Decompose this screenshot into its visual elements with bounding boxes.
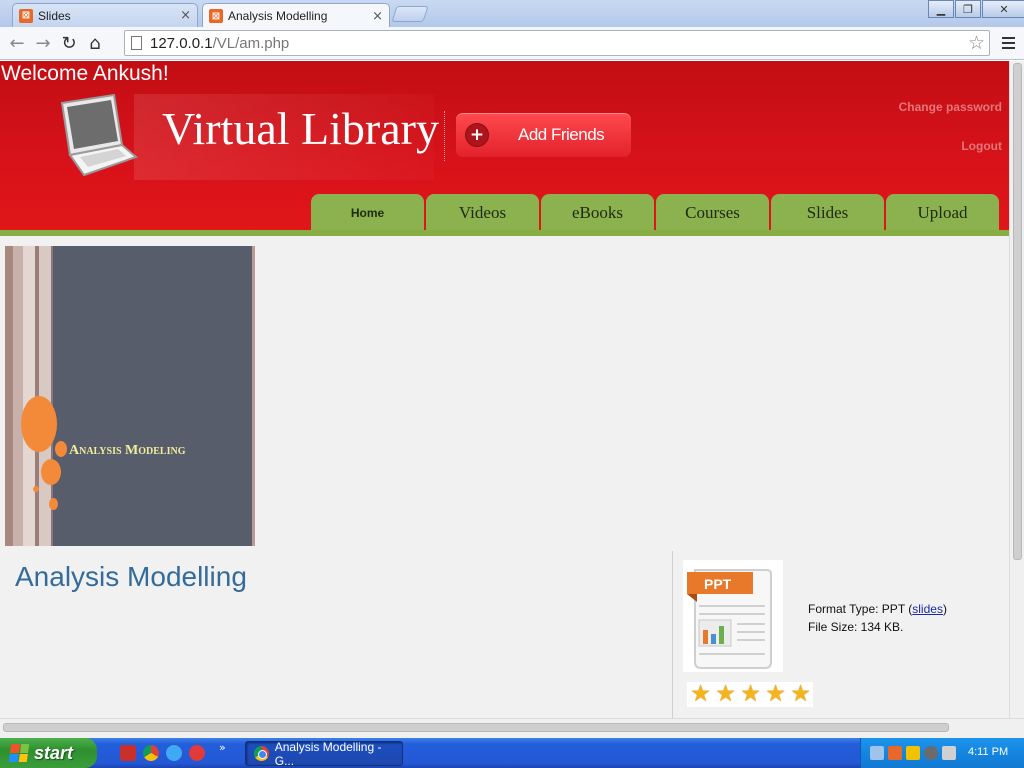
xampp-favicon-icon: ⊠	[209, 9, 223, 23]
new-tab-button[interactable]	[391, 6, 429, 22]
page-icon	[131, 36, 142, 50]
nav-videos[interactable]: Videos	[426, 194, 539, 231]
change-password-link[interactable]: Change password	[899, 100, 1002, 114]
add-friends-button[interactable]: + Add Friends	[456, 113, 631, 157]
home-icon[interactable]: ⌂	[82, 30, 108, 56]
info-divider	[672, 551, 673, 718]
vertical-scrollbar[interactable]	[1009, 61, 1024, 718]
quicklaunch-more-icon[interactable]: »	[219, 741, 226, 754]
nav-home[interactable]: Home	[311, 194, 424, 231]
header-green-bar	[0, 230, 1009, 236]
format-info: Format Type: PPT (slides) File Size: 134…	[808, 600, 947, 636]
browser-menu-icon[interactable]	[997, 32, 1019, 54]
minimize-icon[interactable]: ▁	[928, 0, 954, 18]
star-icon[interactable]: ★	[738, 683, 763, 706]
plus-icon: +	[465, 123, 489, 147]
slide-cover-image: Analysis Modeling	[5, 246, 255, 546]
logout-link[interactable]: Logout	[961, 139, 1002, 153]
star-rating[interactable]: ★ ★ ★ ★ ★	[687, 682, 813, 707]
taskbar-item-chrome[interactable]: Analysis Modelling - G...	[245, 739, 403, 768]
nav-ebooks[interactable]: eBooks	[541, 194, 654, 231]
start-button[interactable]: start	[0, 738, 97, 768]
windows-taskbar: start » Analysis Modelling - G... 4:11 P…	[0, 738, 1024, 768]
reload-icon[interactable]: ↻	[56, 30, 82, 56]
format-close-paren: )	[942, 602, 947, 616]
nav-slides[interactable]: Slides	[771, 194, 884, 231]
site-title: Virtual Library	[162, 103, 439, 154]
welcome-text: Welcome Ankush!	[1, 62, 169, 85]
volume-icon[interactable]	[942, 746, 956, 760]
tab-title: Analysis Modelling	[228, 9, 328, 23]
site-header: Welcome Ankush! Virtual Library + Add Fr…	[0, 61, 1009, 231]
forward-arrow-icon[interactable]: →	[30, 30, 56, 56]
tab-title: Slides	[38, 8, 71, 23]
tab-close-icon[interactable]: ×	[180, 8, 191, 23]
horizontal-scrollbar[interactable]	[0, 718, 1024, 738]
item-title: Analysis Modelling	[15, 561, 247, 592]
star-icon[interactable]: ★	[763, 683, 788, 706]
window-controls: ▁ ❐ ✕	[927, 0, 1024, 18]
xampp-tray-icon[interactable]	[888, 746, 902, 760]
horizontal-scroll-thumb[interactable]	[3, 723, 949, 732]
chrome-quicklaunch-icon[interactable]	[143, 745, 159, 761]
tab-slides[interactable]: ⊠ Slides ×	[12, 3, 198, 27]
taskbar-item-label: Analysis Modelling - G...	[274, 739, 382, 768]
format-type-line: Format Type: PPT (slides)	[808, 600, 947, 618]
header-divider	[444, 111, 445, 161]
star-icon[interactable]: ★	[713, 683, 738, 706]
start-label: start	[34, 742, 74, 763]
clock[interactable]: 4:11 PM	[968, 746, 1008, 758]
browser-toolbar: ← → ↻ ⌂ 127.0.0.1/VL/am.php ☆	[0, 27, 1024, 60]
add-friends-label: Add Friends	[518, 125, 605, 144]
vertical-scroll-thumb[interactable]	[1013, 63, 1022, 560]
slides-link[interactable]: slides	[912, 602, 943, 616]
url-host: 127.0.0.1	[150, 34, 213, 52]
xampp-favicon-icon: ⊠	[19, 8, 33, 23]
back-arrow-icon[interactable]: ←	[4, 30, 30, 56]
nav-upload[interactable]: Upload	[886, 194, 999, 231]
cover-title: Analysis Modeling	[69, 443, 186, 458]
speaker-settings-icon[interactable]	[924, 746, 938, 760]
nav-courses[interactable]: Courses	[656, 194, 769, 231]
windows-flag-icon	[8, 744, 30, 762]
window-close-icon[interactable]: ✕	[982, 0, 1024, 18]
address-bar[interactable]: 127.0.0.1/VL/am.php ☆	[124, 30, 990, 56]
browser-tab-strip: ⊠ Slides × ⊠ Analysis Modelling × ▁ ❐ ✕	[0, 0, 1024, 28]
media-player-icon[interactable]	[189, 745, 205, 761]
download-manager-icon[interactable]	[120, 745, 136, 761]
bookmark-star-icon[interactable]: ☆	[968, 32, 985, 54]
chrome-icon	[254, 746, 269, 761]
format-type-label: Format Type: PPT (	[808, 602, 913, 616]
star-icon[interactable]: ★	[688, 683, 713, 706]
tab-analysis-modelling[interactable]: ⊠ Analysis Modelling ×	[202, 3, 390, 28]
laptop-logo-icon	[60, 93, 138, 177]
tab-close-icon[interactable]: ×	[372, 9, 383, 24]
url-path: /VL/am.php	[212, 34, 290, 52]
star-icon[interactable]: ★	[788, 683, 813, 706]
security-alert-icon[interactable]	[906, 746, 920, 760]
internet-explorer-icon[interactable]	[166, 745, 182, 761]
maximize-icon[interactable]: ❐	[955, 0, 981, 18]
file-size-line: File Size: 134 KB.	[808, 620, 904, 634]
network-icon[interactable]	[870, 746, 884, 760]
ppt-file-icon: PPT	[683, 560, 783, 672]
page-viewport: Welcome Ankush! Virtual Library + Add Fr…	[0, 61, 1009, 718]
ppt-icon-label: PPT	[704, 576, 732, 592]
